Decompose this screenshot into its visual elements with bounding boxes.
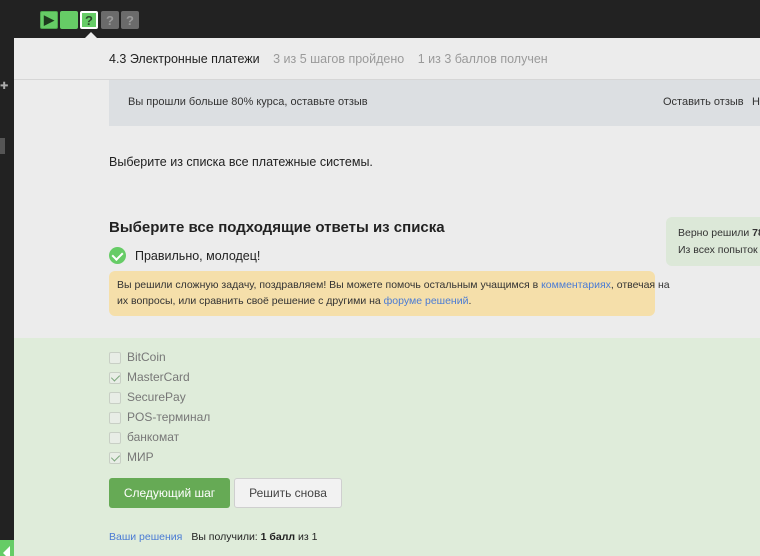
checkbox[interactable] xyxy=(109,352,121,364)
review-banner-message: Вы прошли больше 80% курса, оставьте отз… xyxy=(128,96,368,108)
play-icon: ▶ xyxy=(44,12,54,27)
option-label: MasterCard xyxy=(127,370,190,384)
steps-progress: 3 из 5 шагов пройдено xyxy=(273,52,405,66)
notice-text: . xyxy=(468,295,472,307)
checkbox[interactable] xyxy=(109,412,121,424)
sidebar-marker xyxy=(0,138,5,154)
notice-line-2: их вопросы, или сравнить своё решение с … xyxy=(117,295,471,307)
points-progress: 1 из 3 баллов получен xyxy=(417,52,548,66)
congrats-notice: Вы решили сложную задачу, поздравляем! В… xyxy=(109,271,670,316)
collapse-sidebar-button[interactable] xyxy=(0,540,14,556)
task-text: Выберите из списка все платежные системы… xyxy=(109,155,373,169)
step-2-text[interactable] xyxy=(60,11,78,29)
checkbox-checked[interactable] xyxy=(109,372,121,384)
success-text: Правильно, молодец! xyxy=(135,249,261,263)
question-icon: ? xyxy=(126,12,134,28)
option-label: POS-терминал xyxy=(127,410,211,424)
solutions-forum-link[interactable]: форуме решений xyxy=(384,295,469,307)
check-circle-icon xyxy=(109,247,126,264)
step-3-quiz-current[interactable]: ? xyxy=(80,11,98,29)
comments-link[interactable]: комментариях xyxy=(541,279,611,291)
notice-text: , отвечая на xyxy=(610,279,670,291)
notice-text: Вы решили сложную задачу, поздравляем! В… xyxy=(117,279,542,291)
question-title: Выберите все подходящие ответы из списка xyxy=(109,219,445,236)
solved-count-value: 78 xyxy=(752,227,760,239)
received-suffix: из 1 xyxy=(295,531,318,543)
text-step-icon xyxy=(60,11,78,29)
checkbox[interactable] xyxy=(109,392,121,404)
left-sidebar: ✚ xyxy=(0,38,14,556)
current-step-caret xyxy=(85,32,97,38)
notice-line-1: Вы решили сложную задачу, поздравляем! В… xyxy=(117,279,670,291)
chevron-left-icon xyxy=(3,546,10,556)
pin-icon[interactable]: ✚ xyxy=(0,82,10,92)
solved-count-label: Верно решили xyxy=(678,227,753,239)
attempts-label: Из всех попыток xyxy=(678,244,758,256)
review-banner: Вы прошли больше 80% курса, оставьте отз… xyxy=(109,80,760,126)
leave-review-link[interactable]: Оставить отзыв xyxy=(663,96,744,108)
solved-count: Верно решили 78 xyxy=(678,227,760,239)
step-5-quiz[interactable]: ? xyxy=(121,11,139,29)
option-label: BitCoin xyxy=(127,350,166,364)
next-step-button[interactable]: Следующий шаг xyxy=(109,478,230,508)
answer-area: BitCoin MasterCard SecurePay POS-термина… xyxy=(14,338,760,556)
solve-again-button[interactable]: Решить снова xyxy=(234,478,342,508)
dismiss-banner-link[interactable]: Не xyxy=(752,96,760,108)
received-value: 1 балл xyxy=(260,531,296,543)
lesson-header: 4.3 Электронные платежи 3 из 5 шагов про… xyxy=(109,52,548,66)
question-icon: ? xyxy=(106,12,114,28)
solve-stats-panel: Верно решили 78 Из всех попыток xyxy=(666,217,760,266)
option-label: МИР xyxy=(127,450,154,464)
checkbox-checked[interactable] xyxy=(109,452,121,464)
checkbox[interactable] xyxy=(109,432,121,444)
step-4-quiz[interactable]: ? xyxy=(101,11,119,29)
your-solutions-link[interactable]: Ваши решения xyxy=(109,531,182,543)
top-bar: ▶ ? ? ? xyxy=(0,0,760,38)
step-1-video[interactable]: ▶ xyxy=(40,11,58,29)
option-label: SecurePay xyxy=(127,390,186,404)
lesson-title: 4.3 Электронные платежи xyxy=(109,52,260,66)
question-icon: ? xyxy=(85,12,93,28)
received-label: Вы получили: xyxy=(191,531,261,543)
result-footer: Ваши решения Вы получили: 1 балл из 1 xyxy=(109,531,317,543)
notice-text: их вопросы, или сравнить своё решение с … xyxy=(117,295,384,307)
option-label: банкомат xyxy=(127,430,180,444)
